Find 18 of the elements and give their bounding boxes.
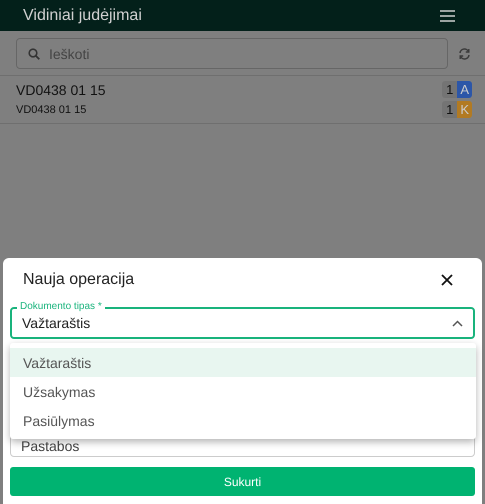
letter-badge: K (457, 101, 472, 118)
dropdown-option[interactable]: Užsakymas (10, 377, 476, 406)
notes-placeholder: Pastabos (21, 439, 80, 454)
letter-badge: A (457, 81, 472, 98)
search-field[interactable]: Ieškoti (16, 38, 448, 69)
count-badge: 1 (442, 81, 458, 98)
close-icon[interactable] (441, 274, 453, 286)
field-label: Dokumento tipas * (17, 301, 105, 313)
count-badge: 1 (442, 101, 458, 118)
dropdown-option[interactable]: Važtaraštis (10, 348, 476, 377)
document-row[interactable]: VD0438 01 15 1 A VD0438 01 15 1 K (0, 76, 485, 124)
dialog-title: Nauja operacija (23, 271, 134, 289)
document-number: VD0438 01 15 (16, 82, 107, 98)
select-value: Važtaraštis (22, 315, 90, 331)
refresh-icon[interactable] (458, 48, 471, 60)
app-title: Vidiniai judėjimai (23, 6, 142, 24)
menu-icon[interactable] (440, 10, 455, 22)
document-subtitle: VD0438 01 15 (16, 104, 88, 116)
